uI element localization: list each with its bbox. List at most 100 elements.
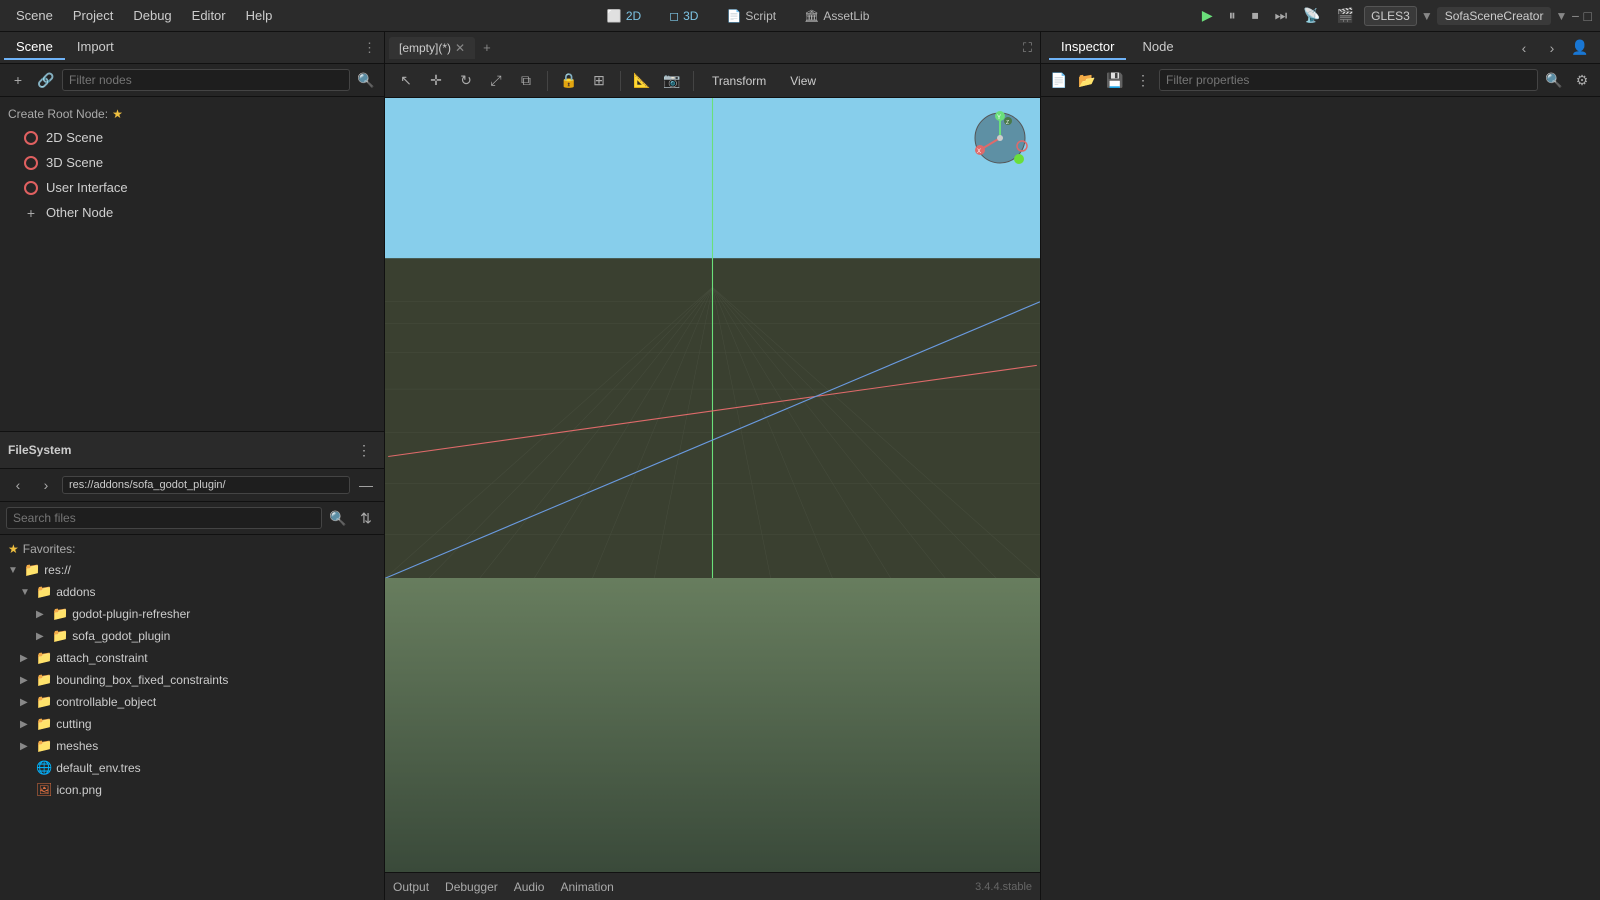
version-label: 3.4.4.stable — [975, 881, 1032, 893]
inspector-save-button[interactable]: 💾 — [1103, 68, 1127, 92]
editor-tab-empty[interactable]: [empty](*) ✕ — [389, 37, 475, 59]
fs-item-label: addons — [56, 585, 95, 599]
fs-item-meshes[interactable]: ▶ 📁 meshes — [0, 735, 384, 757]
fs-menu-icon[interactable]: ⋮ — [352, 438, 376, 462]
maximize-viewport-button[interactable]: ⛶ — [1019, 36, 1036, 60]
create-root-label: Create Root Node: ★ — [8, 107, 376, 121]
filter-props-settings-icon[interactable]: ⚙ — [1570, 68, 1594, 92]
transform-mode-button[interactable]: ⧉ — [513, 68, 539, 94]
node-circle-icon — [24, 181, 38, 195]
fs-item-bounding-box[interactable]: ▶ 📁 bounding_box_fixed_constraints — [0, 669, 384, 691]
tab-import[interactable]: Import — [65, 35, 126, 60]
mode-2d-button[interactable]: ⬜ 2D — [597, 6, 651, 26]
node-user-interface[interactable]: User Interface — [8, 175, 376, 200]
camera-button[interactable]: 📷 — [659, 68, 685, 94]
toolbar-separator — [547, 71, 548, 91]
close-tab-icon[interactable]: ✕ — [455, 41, 465, 55]
node-plus-icon: + — [24, 206, 38, 220]
renderer-select[interactable]: GLES3 — [1364, 6, 1417, 26]
viewport-3d[interactable]: ≡ Perspective — [385, 98, 1040, 872]
menu-debug[interactable]: Debug — [125, 4, 179, 27]
main-layout: Scene Import ⋮ + 🔗 🔍 Create Root Node: ★ — [0, 32, 1600, 900]
tab-audio[interactable]: Audio — [514, 876, 545, 898]
project-name[interactable]: SofaSceneCreator — [1437, 7, 1552, 25]
fs-item-addons[interactable]: ▼ 📁 addons — [0, 581, 384, 603]
fs-sort-icon[interactable]: ⇅ — [354, 506, 378, 530]
fs-search-input[interactable] — [6, 507, 322, 529]
fs-item-label: icon.png — [57, 783, 102, 797]
script-button[interactable]: 📄 Script — [716, 6, 786, 26]
fs-forward-button[interactable]: › — [34, 473, 58, 497]
add-node-button[interactable]: + — [6, 68, 30, 92]
filter-search-icon[interactable]: 🔍 — [354, 68, 378, 92]
window-minimize-icon[interactable]: − — [1571, 8, 1579, 24]
rotate-tool-button[interactable]: ↻ — [453, 68, 479, 94]
editor-toolbar: ↖ ✛ ↻ ⤢ ⧉ 🔒 ⊞ 📐 📷 Transform View — [385, 64, 1040, 98]
history-next-button[interactable]: › — [1540, 36, 1564, 60]
menu-editor[interactable]: Editor — [184, 4, 234, 27]
inspector-right-controls: ‹ › 👤 — [1512, 36, 1592, 60]
inspector-more-button[interactable]: ⋮ — [1131, 68, 1155, 92]
fs-search-icon[interactable]: 🔍 — [326, 506, 350, 530]
favorites-label: Favorites: — [23, 542, 76, 556]
fs-chevron-icon: ▶ — [36, 631, 48, 642]
fs-folder-icon: 📁 — [36, 650, 52, 666]
right-panel: Inspector Node ‹ › 👤 📄 📂 💾 ⋮ 🔍 ⚙ — [1040, 32, 1600, 900]
fs-item-sofa-godot-plugin[interactable]: ▶ 📁 sofa_godot_plugin — [0, 625, 384, 647]
menu-project[interactable]: Project — [65, 4, 121, 27]
fs-collapse-button[interactable]: — — [354, 473, 378, 497]
node-other[interactable]: + Other Node — [8, 200, 376, 225]
assetlib-button[interactable]: 🏛 AssetLib — [794, 6, 879, 26]
menu-help[interactable]: Help — [238, 4, 281, 27]
favorites-star-icon: ★ — [8, 542, 19, 556]
inspector-new-button[interactable]: 📄 — [1047, 68, 1071, 92]
remote-button[interactable]: 📡 — [1297, 5, 1326, 26]
node-ui-label: User Interface — [46, 180, 128, 195]
viewport-gizmo[interactable]: Y X Z — [970, 108, 1030, 168]
view-menu-button[interactable]: View — [780, 71, 826, 91]
fs-item-godot-plugin-refresher[interactable]: ▶ 📁 godot-plugin-refresher — [0, 603, 384, 625]
transform-menu-button[interactable]: Transform — [702, 71, 776, 91]
fs-chevron-icon: ▼ — [8, 565, 20, 576]
fs-item-attach-constraint[interactable]: ▶ 📁 attach_constraint — [0, 647, 384, 669]
filter-nodes-input[interactable] — [62, 69, 350, 91]
tab-node[interactable]: Node — [1130, 35, 1185, 60]
fs-item-res[interactable]: ▼ 📁 res:// — [0, 559, 384, 581]
scale-tool-button[interactable]: ⤢ — [483, 68, 509, 94]
node-2d-scene[interactable]: 2D Scene — [8, 125, 376, 150]
pause-button[interactable]: ⏸ — [1223, 5, 1242, 26]
tab-debugger[interactable]: Debugger — [445, 876, 498, 898]
fs-item-controllable-object[interactable]: ▶ 📁 controllable_object — [0, 691, 384, 713]
fs-item-cutting[interactable]: ▶ 📁 cutting — [0, 713, 384, 735]
play-button[interactable]: ▶ — [1196, 5, 1219, 26]
history-prev-button[interactable]: ‹ — [1512, 36, 1536, 60]
tab-inspector[interactable]: Inspector — [1049, 35, 1126, 60]
group-button[interactable]: ⊞ — [586, 68, 612, 94]
movie-button[interactable]: 🎬 — [1331, 5, 1360, 26]
tab-scene[interactable]: Scene — [4, 35, 65, 60]
tab-animation[interactable]: Animation — [560, 876, 613, 898]
select-tool-button[interactable]: ↖ — [393, 68, 419, 94]
inspector-open-button[interactable]: 📂 — [1075, 68, 1099, 92]
tab-output[interactable]: Output — [393, 876, 429, 898]
fs-env-file-icon: 🌐 — [36, 760, 52, 776]
snap-button[interactable]: 📐 — [629, 68, 655, 94]
add-tab-button[interactable]: + — [479, 36, 495, 59]
instance-scene-button[interactable]: 🔗 — [34, 68, 58, 92]
fs-item-default-env[interactable]: 🌐 default_env.tres — [0, 757, 384, 779]
scene-panel-menu-icon[interactable]: ⋮ — [359, 36, 380, 60]
lock-button[interactable]: 🔒 — [556, 68, 582, 94]
window-maximize-icon[interactable]: □ — [1584, 8, 1592, 24]
node-3d-scene[interactable]: 3D Scene — [8, 150, 376, 175]
fs-back-button[interactable]: ‹ — [6, 473, 30, 497]
filter-properties-input[interactable] — [1159, 69, 1538, 91]
filter-props-search-icon[interactable]: 🔍 — [1542, 68, 1566, 92]
fs-item-icon-png[interactable]: 🖼 icon.png — [0, 779, 384, 801]
fs-folder-icon: 📁 — [52, 606, 68, 622]
menu-scene[interactable]: Scene — [8, 4, 61, 27]
step-button[interactable]: ⏭ — [1269, 5, 1294, 26]
move-tool-button[interactable]: ✛ — [423, 68, 449, 94]
mode-3d-button[interactable]: ◻ 3D — [659, 6, 708, 26]
stop-button[interactable]: ⏹ — [1246, 5, 1265, 26]
inspector-person-icon[interactable]: 👤 — [1568, 36, 1592, 60]
